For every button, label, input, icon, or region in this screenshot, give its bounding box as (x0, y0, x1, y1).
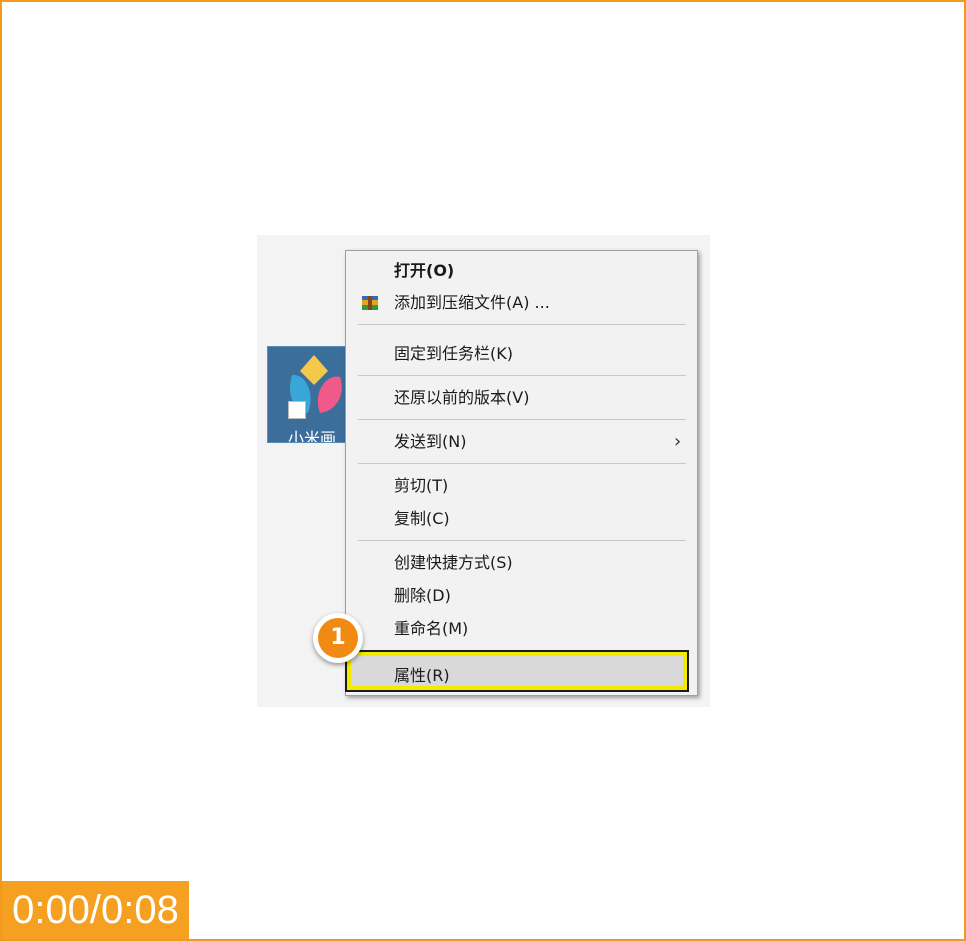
menu-item-open[interactable]: 打开(O) (346, 255, 697, 287)
menu-item-add-to-archive[interactable]: 添加到压缩文件(A) ... (346, 287, 697, 319)
menu-item-label: 还原以前的版本(V) (394, 388, 530, 407)
menu-item-create-shortcut[interactable]: 创建快捷方式(S) (346, 547, 697, 579)
video-timestamp: 0:00/0:08 (2, 881, 189, 939)
shortcut-arrow-icon (288, 401, 306, 419)
menu-item-label: 删除(D) (394, 586, 451, 605)
menu-separator (358, 463, 686, 464)
menu-separator (358, 419, 686, 420)
menu-separator (358, 324, 686, 325)
winrar-icon (362, 296, 378, 310)
menu-item-label: 添加到压缩文件(A) ... (394, 293, 550, 312)
desktop-icon-label: 小米画 (288, 429, 337, 443)
menu-item-label: 打开(O) (394, 261, 455, 280)
chevron-right-icon: › (674, 431, 682, 452)
menu-separator (358, 375, 686, 376)
menu-separator (358, 540, 686, 541)
menu-item-label: 固定到任务栏(K) (394, 344, 513, 363)
menu-item-label: 发送到(N) (394, 432, 467, 451)
menu-item-label: 重命名(M) (394, 619, 469, 638)
step-number-badge: 1 (313, 613, 363, 663)
menu-item-cut[interactable]: 剪切(T) (346, 470, 697, 502)
menu-item-label: 剪切(T) (394, 476, 449, 495)
menu-item-label: 创建快捷方式(S) (394, 553, 513, 572)
menu-item-pin-taskbar[interactable]: 固定到任务栏(K) (346, 338, 697, 370)
menu-item-restore-versions[interactable]: 还原以前的版本(V) (346, 382, 697, 414)
menu-item-rename[interactable]: 重命名(M) (346, 613, 697, 645)
menu-item-label: 复制(C) (394, 509, 450, 528)
menu-item-send-to[interactable]: 发送到(N) › (346, 426, 697, 458)
step-number: 1 (318, 618, 358, 658)
context-menu: 打开(O) 添加到压缩文件(A) ... 固定到任务栏(K) 还原以前的版本(V… (345, 250, 698, 696)
menu-item-properties[interactable]: 属性(R) (345, 650, 689, 692)
menu-item-delete[interactable]: 删除(D) (346, 580, 697, 612)
menu-item-label: 属性(R) (394, 666, 450, 685)
menu-item-copy[interactable]: 复制(C) (346, 503, 697, 535)
